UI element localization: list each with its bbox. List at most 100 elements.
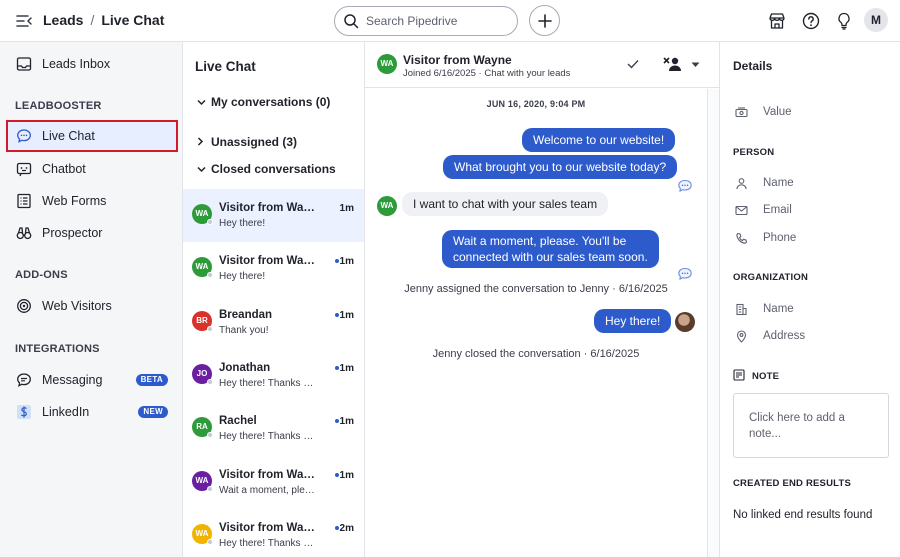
sidebar-item-leads-inbox[interactable]: Leads Inbox [6,48,178,80]
message-incoming: I want to chat with your sales team [402,192,609,216]
note-placeholder: Click here to add a note... [749,412,845,440]
location-pin-icon [736,330,747,343]
conversation-name: Rachel [219,415,257,428]
note-icon [733,369,745,381]
user-avatar[interactable]: M [864,8,888,32]
checkmark-icon[interactable] [627,59,639,69]
conversation-list-title: Live Chat [195,59,256,74]
email-icon [735,205,748,216]
top-bar: Leads / Live Chat M [0,0,900,42]
note-input[interactable]: Click here to add a note... [733,393,889,458]
quick-add-button[interactable] [529,5,560,36]
sidebar-item-messaging[interactable]: Messaging BETA [6,364,178,396]
sidebar-item-linkedin[interactable]: LinkedIn NEW [6,396,178,428]
conversation-item[interactable]: BR Breandan Thank you! 1m [183,296,364,349]
chevron-down-icon [197,162,207,176]
value-field[interactable]: Value [733,103,893,123]
group-unassigned[interactable]: Unassigned (3) [197,135,297,149]
visitor-avatar: WA [377,196,397,216]
help-icon[interactable] [801,11,821,31]
linkedin-icon [17,405,31,419]
breadcrumb-leads[interactable]: Leads [43,12,83,28]
conversation-time: 2m [339,522,354,534]
group-label: Closed conversations [211,162,336,176]
conversation-item[interactable]: WA Visitor from Wayne Hey there! Thanks fo… [183,509,364,557]
unread-indicator [335,419,339,424]
end-results-empty: No linked end results found [733,509,873,521]
sidebar-item-label: Prospector [42,226,103,240]
chatbot-icon [16,162,32,177]
conversation-time: 1m [339,309,354,321]
status-dot [207,325,213,332]
conversation-avatar: WA [192,204,213,225]
status-dot [207,272,213,279]
unread-indicator [335,259,339,264]
conversation-name: Visitor from Wayne [219,468,319,481]
marketplace-icon[interactable] [767,11,787,31]
breadcrumb-current: Live Chat [101,12,165,28]
system-message-assigned: Jenny assigned the conversation to Jenny… [404,283,668,295]
person-email-label: Email [763,204,792,216]
collapse-menu-icon[interactable] [15,12,33,30]
section-person: PERSON [733,147,775,158]
person-phone-label: Phone [763,232,797,244]
search-icon [344,14,359,29]
conversation-item[interactable]: RA Rachel Hey there! Thanks for reaching o… [183,402,364,455]
unread-indicator [335,365,339,370]
chat-panel: WA Visitor from Wayne Joined 6/16/2025 ·… [365,42,719,557]
lightbulb-icon[interactable] [834,11,854,31]
conversation-time: 1m [339,362,354,374]
unread-indicator [335,525,339,530]
search-input[interactable] [366,12,512,30]
section-created-end-results: CREATED END RESULTS [733,478,851,489]
conversation-preview: Thank you! [219,324,269,336]
chat-scrollbar[interactable] [707,89,719,557]
conversation-list: Live Chat My conversations (0) Unassigne… [183,42,365,557]
chevron-right-icon [197,135,207,149]
beta-badge: BETA [135,374,168,386]
search-box[interactable] [334,6,518,36]
conversation-time: 1m [339,203,354,214]
person-email-field[interactable]: Email [733,201,893,221]
org-address-field[interactable]: Address [733,327,893,347]
unassign-user-icon[interactable] [663,56,683,72]
plus-icon [538,14,552,28]
chatbot-message-icon [678,267,692,280]
sidebar-item-prospector[interactable]: Prospector [6,217,178,249]
conversation-preview: Hey there! [219,271,266,283]
sidebar-item-web-visitors[interactable]: Web Visitors [6,290,178,322]
chat-bubble-icon [17,129,31,143]
sidebar-item-chatbot[interactable]: Chatbot [6,153,178,185]
conversation-avatar: WA [192,470,213,492]
person-phone-field[interactable]: Phone [733,229,893,249]
breadcrumb-separator: / [90,12,95,28]
caret-down-icon[interactable] [691,62,700,68]
visitor-subtitle: Joined 6/16/2025 · Chat with your leads [403,68,571,79]
money-icon [735,107,748,118]
section-organization: ORGANIZATION [733,272,809,283]
org-name-field[interactable]: Name [733,300,893,320]
sidebar-item-label: Web Visitors [42,299,112,313]
group-closed[interactable]: Closed conversations [197,162,336,176]
person-name-field[interactable]: Name [733,174,893,194]
conversation-item[interactable]: JO Jonathan Hey there! Thanks for reaching… [183,349,364,402]
conversation-avatar: WA [192,257,213,279]
sidebar-item-live-chat[interactable]: Live Chat [6,120,178,152]
org-address-label: Address [763,330,806,342]
conversation-avatar: WA [192,523,213,545]
group-my-conversations[interactable]: My conversations (0) [197,95,330,109]
sidebar: Leads Inbox LEADBOOSTER Live Chat Chatbo… [0,42,183,557]
conversation-preview: Hey there! Thanks for reaching out [219,537,315,549]
conversation-avatar: JO [192,363,213,385]
conversation-item[interactable]: WA Visitor from Wayne Hey there! 1m [183,242,364,295]
message-line: Wait a moment, please. You'll be [453,234,627,248]
conversation-time: 1m [339,469,354,481]
system-message-closed: Jenny closed the conversation · 6/16/202… [432,348,640,360]
binoculars-icon [16,227,32,240]
status-dot [207,485,213,492]
conversation-item[interactable]: WA Visitor from Wayne Wait a moment, pleas… [183,456,364,509]
agent-avatar [675,312,695,332]
sidebar-item-web-forms[interactable]: Web Forms [6,185,178,217]
conversation-item[interactable]: WA Visitor from Wayne Hey there! 1m [183,189,364,242]
conversation-name: Visitor from Wayne [219,202,319,214]
